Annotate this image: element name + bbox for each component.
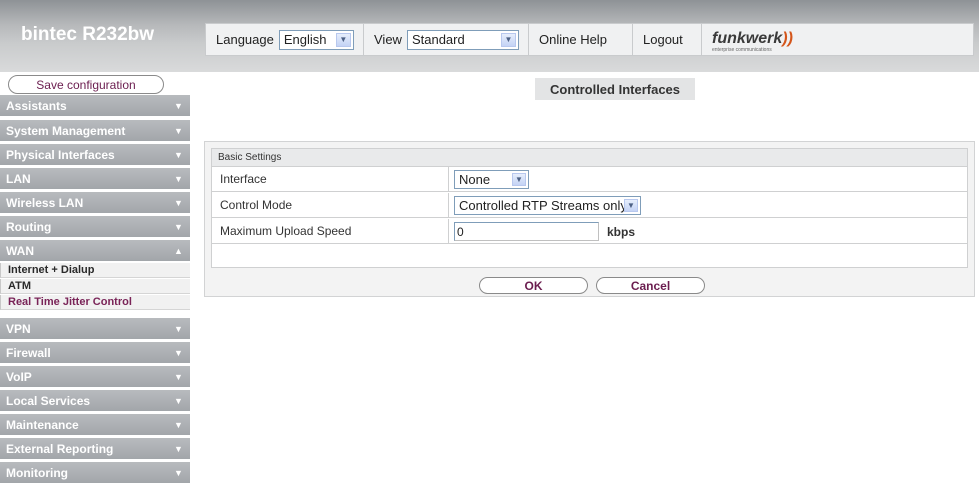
- chevron-down-icon: ▼: [174, 222, 183, 232]
- sidebar-item-local-services[interactable]: Local Services ▼: [0, 390, 190, 412]
- control-mode-row: Control Mode Controlled RTP Streams only…: [212, 193, 967, 218]
- interface-value: None: [459, 172, 491, 187]
- view-select[interactable]: Standard ▼: [406, 29, 519, 50]
- top-toolbar: Language English ▼ View Standard ▼ Onlin…: [205, 23, 974, 56]
- sidebar-item-label: LAN: [6, 171, 31, 186]
- chevron-down-icon: ▼: [174, 126, 183, 136]
- vendor-logo: funkwerk)): [712, 30, 793, 48]
- view-value: Standard: [411, 32, 465, 47]
- sidebar-item-lan[interactable]: LAN ▼: [0, 168, 190, 190]
- max-upload-unit: kbps: [607, 225, 636, 239]
- sidebar-item-vpn[interactable]: VPN ▼: [0, 318, 190, 340]
- language-value: English: [283, 32, 327, 47]
- chevron-down-icon: ▼: [174, 150, 183, 160]
- online-help-label: Online Help: [539, 32, 607, 47]
- sidebar-item-label: VoIP: [6, 369, 32, 384]
- chevron-down-icon: ▼: [174, 324, 183, 334]
- settings-panel: Basic Settings Interface None ▼ Control …: [204, 141, 975, 297]
- chevron-down-icon: ▼: [174, 444, 183, 454]
- sidebar-item-firewall[interactable]: Firewall ▼: [0, 342, 190, 364]
- logout-label: Logout: [643, 32, 683, 47]
- control-mode-label: Control Mode: [220, 198, 293, 212]
- sidebar-item-wireless-lan[interactable]: Wireless LAN ▼: [0, 192, 190, 214]
- sidebar-item-external-reporting[interactable]: External Reporting ▼: [0, 438, 190, 460]
- chevron-down-icon: ▼: [335, 32, 351, 47]
- sidebar-item-label: Routing: [6, 219, 52, 234]
- chevron-down-icon: ▼: [174, 101, 183, 111]
- chevron-down-icon: ▼: [174, 198, 183, 208]
- sidebar-subitem-internet-dialup[interactable]: Internet + Dialup: [0, 263, 190, 278]
- sidebar-item-label: VPN: [6, 321, 31, 336]
- view-selector-group: View Standard ▼: [364, 24, 529, 55]
- sidebar-item-label: External Reporting: [6, 441, 114, 456]
- sidebar-item-label: Maintenance: [6, 417, 79, 432]
- chevron-down-icon: ▼: [174, 420, 183, 430]
- vendor-tagline: enterprise communications: [712, 47, 772, 53]
- product-title: bintec R232bw: [21, 24, 155, 45]
- view-label: View: [374, 32, 402, 47]
- chevron-down-icon: ▼: [174, 372, 183, 382]
- sidebar-item-monitoring[interactable]: Monitoring ▼: [0, 462, 190, 484]
- chevron-up-icon: ▲: [174, 246, 183, 256]
- language-select[interactable]: English ▼: [278, 29, 354, 50]
- chevron-down-icon: ▼: [512, 173, 526, 186]
- chevron-down-icon: ▼: [174, 348, 183, 358]
- sidebar-item-label: Monitoring: [6, 465, 68, 480]
- chevron-down-icon: ▼: [500, 32, 516, 47]
- sidebar-item-voip[interactable]: VoIP ▼: [0, 366, 190, 388]
- sidebar-subitem-atm[interactable]: ATM: [0, 279, 190, 294]
- chevron-down-icon: ▼: [624, 199, 638, 212]
- chevron-down-icon: ▼: [174, 396, 183, 406]
- chevron-down-icon: ▼: [174, 468, 183, 478]
- sidebar-item-label: Local Services: [6, 393, 91, 408]
- language-label: Language: [216, 32, 274, 47]
- wave-icon: )): [782, 30, 793, 47]
- sidebar-item-label: Physical Interfaces: [6, 147, 115, 162]
- max-upload-label: Maximum Upload Speed: [220, 224, 352, 238]
- sidebar-item-label: System Management: [6, 123, 126, 138]
- sidebar-item-label: Wireless LAN: [6, 195, 84, 210]
- page-title-tab[interactable]: Controlled Interfaces: [535, 78, 695, 100]
- sidebar-subitem-real-time-jitter-control[interactable]: Real Time Jitter Control: [0, 295, 190, 310]
- sidebar: Save configuration Assistants ▼ System Ma…: [0, 72, 190, 487]
- sidebar-item-routing[interactable]: Routing ▼: [0, 216, 190, 238]
- online-help-link[interactable]: Online Help: [529, 24, 633, 55]
- interface-label: Interface: [220, 172, 267, 186]
- sidebar-item-label: Firewall: [6, 345, 51, 360]
- column-divider: [448, 193, 449, 218]
- sidebar-item-physical-interfaces[interactable]: Physical Interfaces ▼: [0, 144, 190, 166]
- interface-select[interactable]: None ▼: [454, 170, 529, 189]
- max-upload-input[interactable]: 0: [454, 222, 599, 241]
- control-mode-value: Controlled RTP Streams only: [459, 198, 627, 213]
- sidebar-item-wan[interactable]: WAN ▲: [0, 240, 190, 262]
- save-configuration-button[interactable]: Save configuration: [8, 75, 164, 94]
- header-banner: bintec R232bw Language English ▼ View St…: [0, 0, 979, 72]
- control-mode-select[interactable]: Controlled RTP Streams only ▼: [454, 196, 641, 215]
- sidebar-item-label: Assistants: [6, 98, 67, 113]
- chevron-down-icon: ▼: [174, 174, 183, 184]
- interface-row: Interface None ▼: [212, 167, 967, 192]
- max-upload-row: Maximum Upload Speed 0 kbps: [212, 219, 967, 244]
- logout-link[interactable]: Logout: [633, 24, 702, 55]
- vendor-logo-text: funkwerk: [712, 30, 783, 47]
- basic-settings-table: Basic Settings Interface None ▼ Control …: [211, 148, 968, 268]
- language-selector-group: Language English ▼: [206, 24, 364, 55]
- column-divider: [448, 219, 449, 244]
- section-header: Basic Settings: [212, 149, 967, 167]
- ok-button[interactable]: OK: [479, 277, 588, 294]
- sidebar-item-system-management[interactable]: System Management ▼: [0, 120, 190, 142]
- column-divider: [448, 167, 449, 192]
- sidebar-item-assistants[interactable]: Assistants ▼: [0, 95, 190, 117]
- sidebar-item-maintenance[interactable]: Maintenance ▼: [0, 414, 190, 436]
- cancel-button[interactable]: Cancel: [596, 277, 705, 294]
- sidebar-item-label: WAN: [6, 243, 34, 258]
